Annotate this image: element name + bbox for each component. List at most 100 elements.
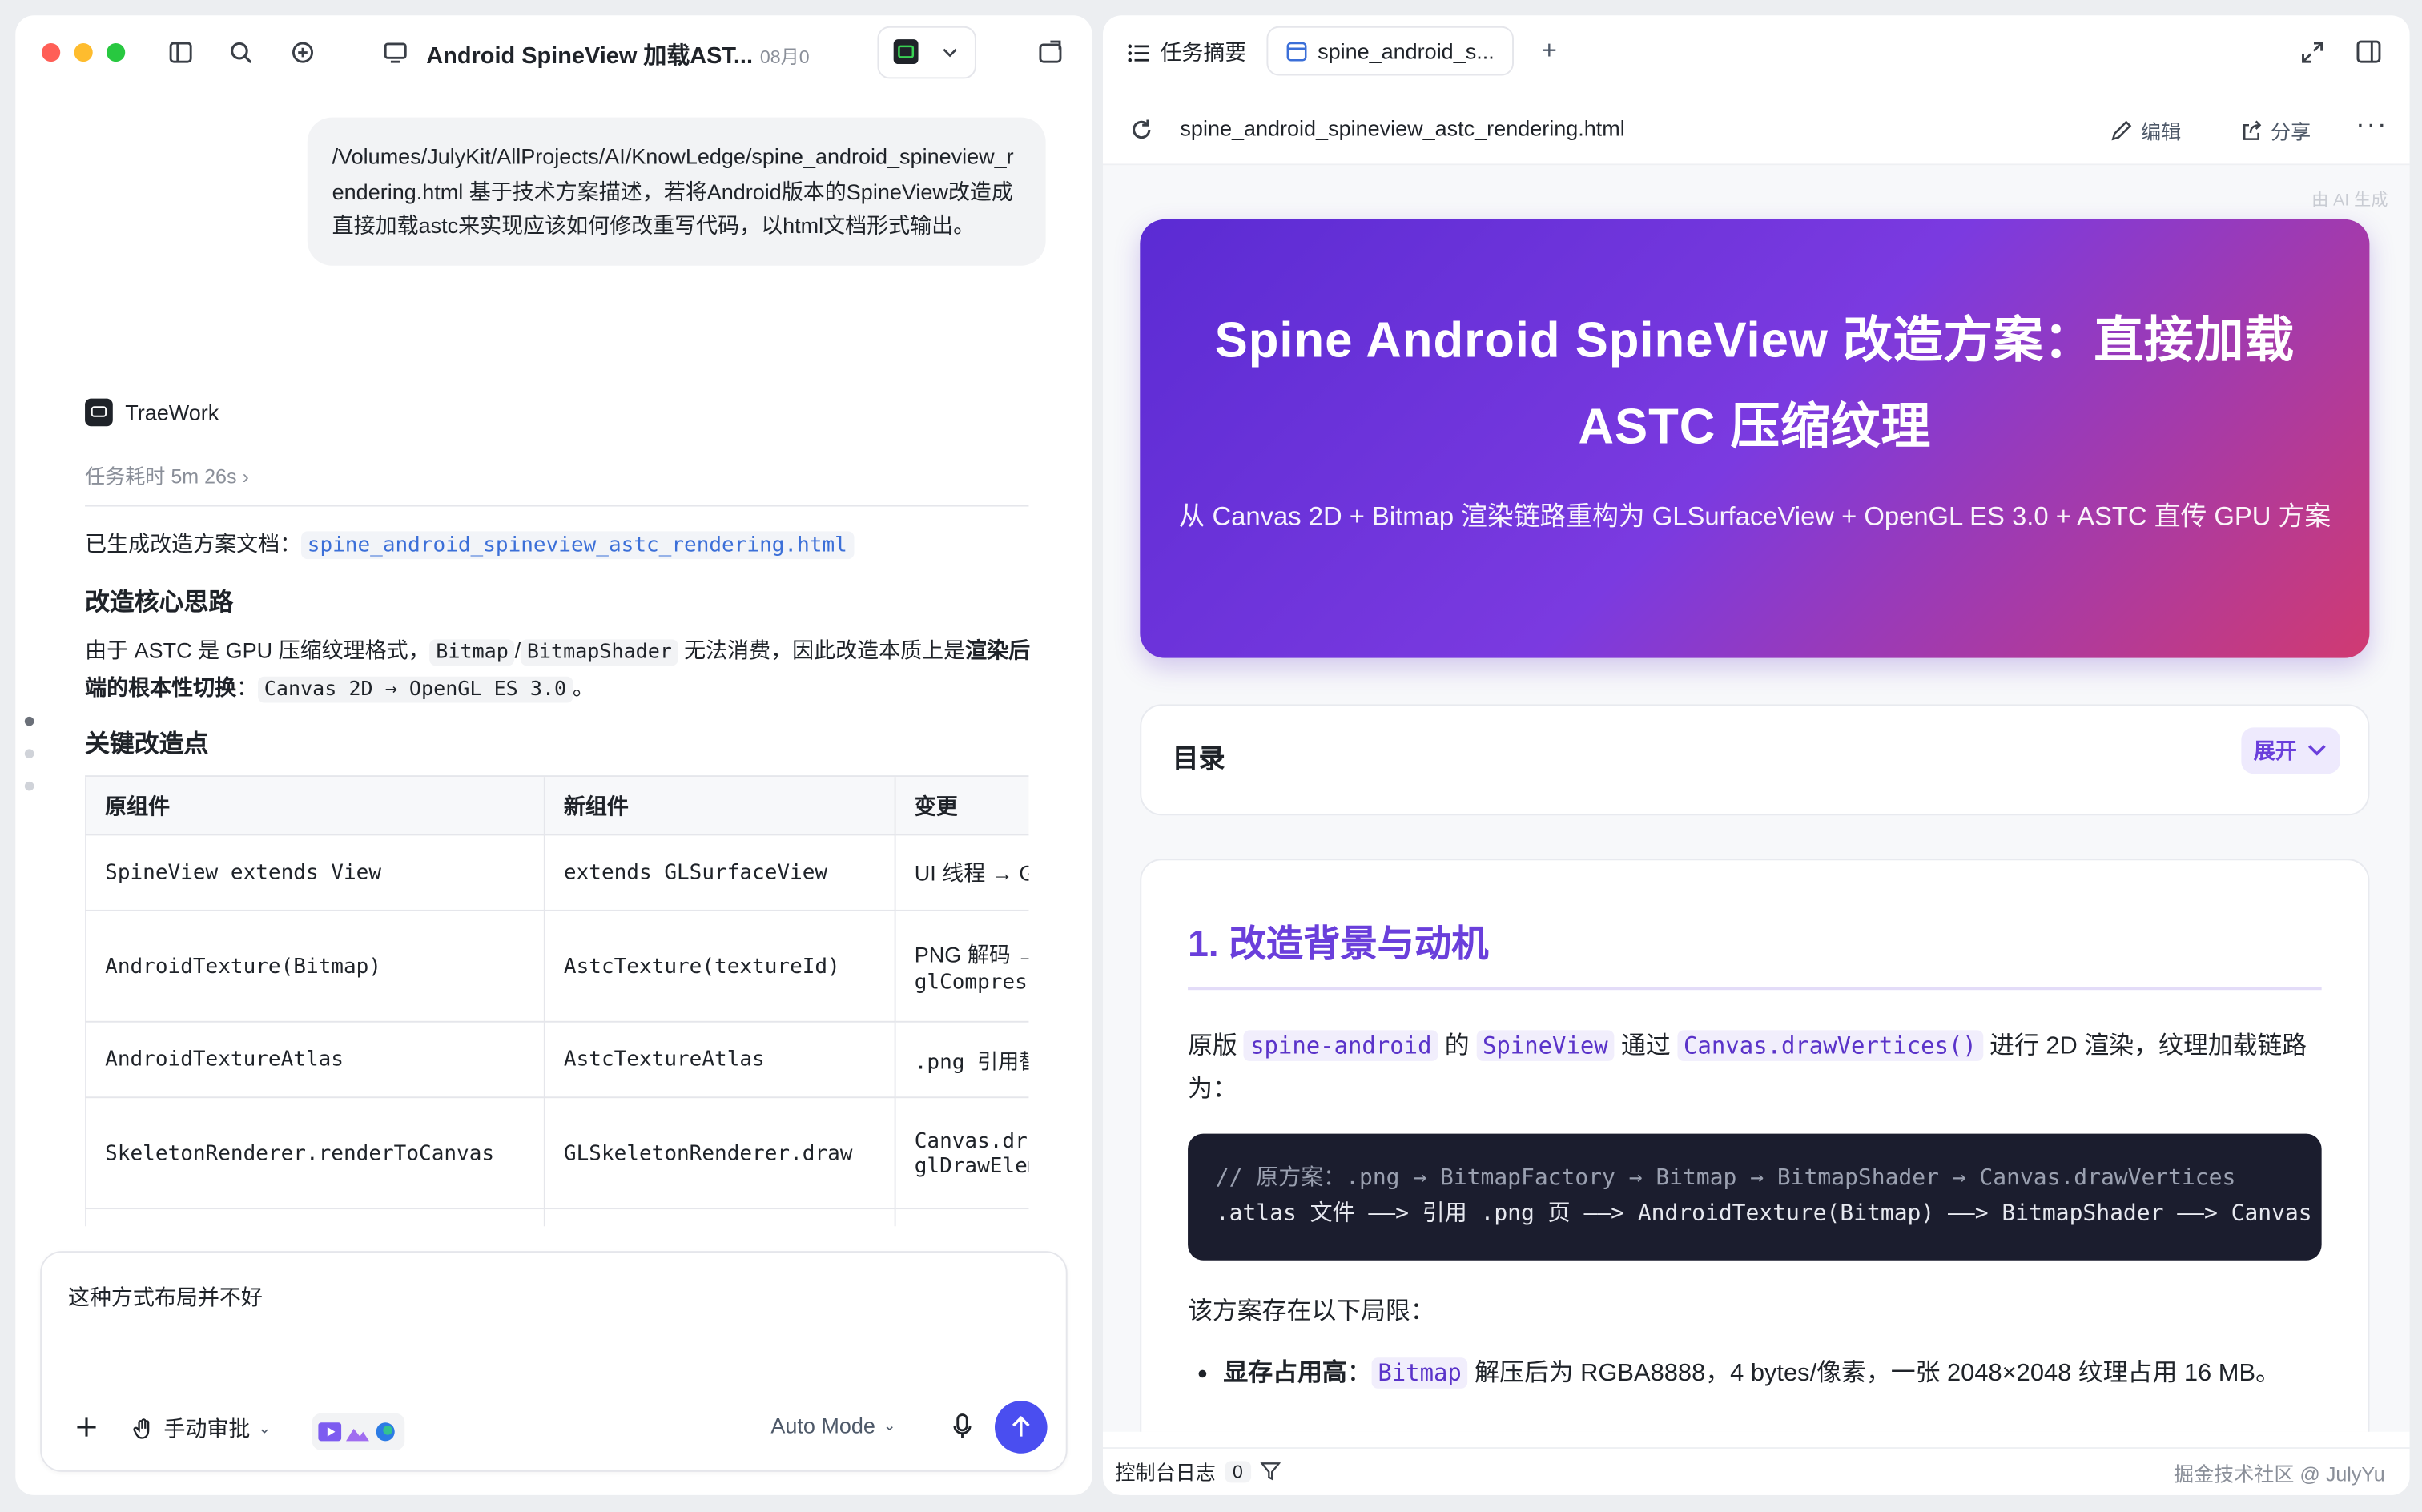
scroll-dot[interactable] xyxy=(24,716,34,726)
search-icon[interactable] xyxy=(227,38,255,66)
scroll-dot[interactable] xyxy=(24,749,34,758)
traework-logo-icon xyxy=(85,398,113,427)
scroll-dot[interactable] xyxy=(24,781,34,791)
mode-selector[interactable]: Auto Mode ⌄ xyxy=(770,1413,895,1438)
composer-input[interactable]: 这种方式布局并不好 xyxy=(68,1282,263,1313)
generated-doc-line: 已生成改造方案文档： spine_android_spineview_astc_r… xyxy=(85,529,854,560)
console-footer: 控制台日志 0 掘金技术社区 @ JulyYu xyxy=(1102,1447,2410,1495)
para-text-b: 无法消费，因此改造本质上是 xyxy=(678,637,966,663)
chat-panel: Android SpineView 加载AST... 08月0 /Volumes… xyxy=(15,15,1092,1495)
para-text-a: 由于 ASTC 是 GPU 压缩纹理格式， xyxy=(85,637,430,663)
message-composer[interactable]: 这种方式布局并不好 手动审批 ⌄ Auto Mode ⌄ xyxy=(40,1251,1068,1472)
model-selector[interactable] xyxy=(877,26,976,79)
scroll-indicator[interactable] xyxy=(24,716,34,814)
chat-title[interactable]: Android SpineView 加载AST... xyxy=(426,38,753,70)
arrow-up-icon xyxy=(1012,1415,1030,1437)
tab-file[interactable]: spine_android_s... xyxy=(1266,26,1514,76)
para-end: 。 xyxy=(572,674,594,700)
maximize-window-button[interactable] xyxy=(107,42,126,62)
app-window: Android SpineView 加载AST... 08月0 /Volumes… xyxy=(0,0,2422,1512)
tab-summary-label: 任务摘要 xyxy=(1160,40,1247,65)
table-cell: AndroidTextureAtlas xyxy=(85,1020,545,1099)
video-icon[interactable] xyxy=(318,1421,342,1442)
address-text[interactable]: spine_android_spineview_astc_rendering.h… xyxy=(1180,116,1624,141)
code-line: .atlas 文件 ——> 引用 .png 页 ——> AndroidTextu… xyxy=(1215,1201,2312,1227)
inline-code: SpineView xyxy=(1476,1030,1615,1061)
send-button[interactable] xyxy=(994,1401,1048,1454)
tab-summary[interactable]: 任务摘要 xyxy=(1128,37,1246,68)
microphone-icon[interactable] xyxy=(952,1413,973,1442)
divider xyxy=(85,505,1029,507)
table-row: AndroidTextureAtlas AstcTextureAtlas .pn… xyxy=(85,1020,1029,1099)
table-row xyxy=(85,1208,1029,1227)
minimize-window-button[interactable] xyxy=(74,42,93,62)
more-icon[interactable]: ··· xyxy=(2356,108,2388,140)
table-row: AndroidTexture(Bitmap) AstcTexture(textu… xyxy=(85,909,1029,1023)
expand-icon[interactable] xyxy=(2300,40,2325,65)
console-log-toggle[interactable]: 控制台日志 0 xyxy=(1115,1457,1281,1486)
table-cell: SpineView extends View xyxy=(85,834,545,911)
chevron-down-icon xyxy=(943,48,957,58)
list-icon xyxy=(1128,43,1149,62)
para-text-c: ： xyxy=(236,674,259,700)
task-duration[interactable]: 任务耗时 5m 26s › xyxy=(85,460,249,490)
panel-toggle-icon[interactable] xyxy=(2356,38,2382,65)
chat-titlebar: Android SpineView 加载AST... 08月0 xyxy=(15,15,1092,90)
cell-text: PNG 解码 → xyxy=(914,941,1029,967)
open-panel-icon[interactable] xyxy=(1036,38,1064,66)
image-icon[interactable] xyxy=(345,1421,369,1442)
filter-icon[interactable] xyxy=(1260,1461,1281,1481)
table-header: 变更 xyxy=(894,777,1029,836)
new-chat-icon[interactable] xyxy=(289,38,317,66)
edit-button[interactable]: 编辑 xyxy=(2110,116,2181,146)
table-cell: Canvas.drawVerticesglDrawElements xyxy=(894,1096,1029,1210)
ai-generated-tag: 由 AI 生成 xyxy=(2311,191,2388,211)
add-icon[interactable] xyxy=(74,1415,99,1440)
section-paragraph: 原版 spine-android 的 SpineView 通过 Canvas.d… xyxy=(1188,1024,2322,1112)
chevron-down-icon xyxy=(2307,745,2326,756)
table-header: 新组件 xyxy=(543,777,896,836)
approval-mode-button[interactable]: 手动审批 ⌄ xyxy=(131,1413,271,1445)
table-cell: .png 引用替换 xyxy=(894,1020,1029,1099)
bullet-bold: 显存占用高 xyxy=(1223,1361,1347,1387)
terminal-icon xyxy=(893,39,919,65)
console-label: 控制台日志 xyxy=(1115,1461,1216,1485)
address-bar: spine_android_spineview_astc_rendering.h… xyxy=(1102,96,2410,166)
document-viewport[interactable]: 由 AI 生成 Spine Android SpineView 改造方案：直接加… xyxy=(1102,165,2410,1432)
share-icon xyxy=(2243,120,2262,140)
toc-expand-button[interactable]: 展开 xyxy=(2241,727,2340,774)
drive-icon[interactable] xyxy=(374,1421,397,1442)
table-header-row: 原组件 新组件 变更 xyxy=(85,777,1029,836)
bullet-colon: ： xyxy=(1346,1361,1372,1387)
new-tab-button[interactable]: + xyxy=(1542,35,1557,66)
section-divider xyxy=(1188,987,2322,991)
table-row: SpineView extends View extends GLSurface… xyxy=(85,834,1029,911)
attachment-tools[interactable] xyxy=(312,1413,405,1450)
sidebar-toggle-icon[interactable] xyxy=(167,38,195,66)
agent-header: TraeWork xyxy=(85,398,219,427)
table-cell: PNG 解码 →glCompressedTexImage2D xyxy=(894,909,1029,1023)
inline-code: spine-android xyxy=(1244,1030,1438,1061)
preview-panel: 任务摘要 spine_android_s... + spine_android_… xyxy=(1102,15,2410,1495)
table-row: SkeletonRenderer.renderToCanvas GLSkelet… xyxy=(85,1096,1029,1210)
refresh-icon[interactable] xyxy=(1129,118,1154,143)
monitor-icon xyxy=(384,42,407,63)
generated-file-link[interactable]: spine_android_spineview_astc_rendering.h… xyxy=(301,531,854,560)
key-changes-table: 原组件 新组件 变更 SpineView extends View extend… xyxy=(85,775,1029,1227)
close-window-button[interactable] xyxy=(42,42,61,62)
chevron-down-icon: ⌄ xyxy=(883,1417,896,1434)
inline-code-bitmapshader: BitmapShader xyxy=(521,639,678,666)
list-item: 显存占用高： Bitmap 解压后为 RGBA8888，4 bytes/像素，一张… xyxy=(1188,1351,2322,1396)
hero-subtitle: 从 Canvas 2D + Bitmap 渲染链路重构为 GLSurfaceVi… xyxy=(1178,501,2331,532)
chevron-down-icon: ⌄ xyxy=(258,1420,272,1438)
console-count-badge: 0 xyxy=(1225,1460,1251,1482)
tab-bar: 任务摘要 spine_android_s... + xyxy=(1103,15,2410,90)
share-button[interactable]: 分享 xyxy=(2239,116,2311,146)
edit-label: 编辑 xyxy=(2140,120,2182,144)
sec-text: 的 xyxy=(1438,1033,1477,1060)
sec-text: 通过 xyxy=(1614,1033,1678,1060)
mode-label: Auto Mode xyxy=(770,1413,875,1438)
user-message-bubble: /Volumes/JulyKit/AllProjects/AI/KnowLedg… xyxy=(307,117,1046,265)
toc-toggle-label: 展开 xyxy=(2253,738,2297,763)
toc-card: 目录 展开 xyxy=(1140,704,2370,816)
